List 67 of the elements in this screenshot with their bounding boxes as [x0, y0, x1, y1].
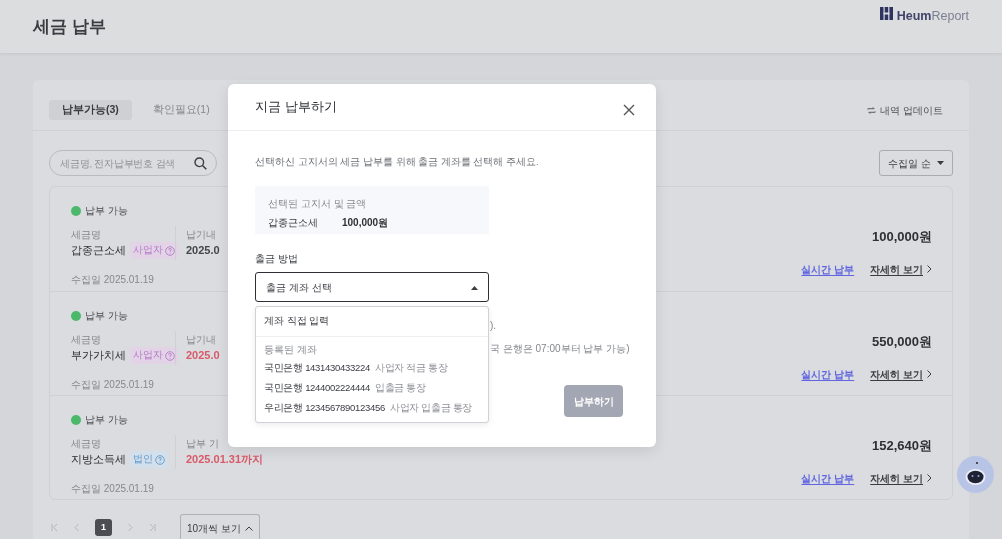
page-title: 세금 납부 [33, 16, 106, 38]
due-date: 2025.01.31까지 [186, 452, 264, 468]
caret-up-icon [471, 285, 478, 290]
tax-name: 지방소득세 [71, 452, 126, 468]
field-label: 세금명 [71, 437, 102, 452]
chevron-right-icon [927, 265, 932, 273]
page-number[interactable]: 1 [95, 519, 112, 536]
details-link[interactable]: 자세히 보기 [870, 470, 932, 486]
chatbot-button[interactable] [957, 456, 994, 493]
due-date: 2025.0 [186, 243, 220, 259]
amount: 152,640원 [872, 437, 932, 455]
realtime-pay-link[interactable]: 실시간 납부 [801, 470, 855, 486]
help-icon[interactable] [165, 350, 175, 361]
field-label: 세금명 [71, 228, 102, 243]
note-text: ). [490, 320, 498, 332]
amount: 100,000원 [872, 228, 932, 246]
collected-date: 수집일 2025.01.19 [71, 482, 155, 496]
brand-name: HeumReport [896, 8, 969, 25]
dialog-title: 지금 납부하기 [255, 98, 337, 117]
field-label: 납부 기 [186, 437, 220, 452]
status-text: 납부 가능 [85, 204, 128, 218]
realtime-pay-link[interactable]: 실시간 납부 [801, 261, 855, 277]
summary-amount: 100,000원 [342, 216, 389, 230]
status-text: 납부 가능 [85, 413, 128, 427]
summary-tax-name: 갑종근소세 [268, 216, 318, 230]
realtime-pay-link[interactable]: 실시간 납부 [801, 366, 855, 382]
logo-icon [879, 7, 893, 20]
field-label: 납기내 [186, 228, 217, 243]
refresh-icon [867, 105, 877, 115]
taxpayer-tag: 법인 [130, 451, 168, 468]
due-date: 2025.0 [186, 348, 220, 364]
sort-dropdown[interactable]: 수집일 순 [879, 150, 953, 176]
chevron-up-icon [244, 525, 253, 531]
close-icon [622, 102, 636, 117]
taxpayer-tag: 사업자 [130, 347, 178, 364]
search-icon [194, 156, 207, 170]
amount: 550,000원 [872, 333, 932, 351]
collected-date: 수집일 2025.01.19 [71, 378, 155, 392]
tax-name: 부가가치세 [71, 348, 126, 364]
help-icon[interactable] [165, 245, 175, 256]
chevron-right-icon [927, 370, 932, 378]
menu-item[interactable]: 국민은행 1244002224444 입출금 통장 [256, 378, 488, 398]
method-label: 출금 방법 [255, 252, 299, 266]
menu-group-label: 등록된 계좌 [263, 343, 318, 357]
status-text: 납부 가능 [85, 309, 128, 323]
search-field[interactable]: 세금명, 전자납부번호 검색 [49, 150, 217, 176]
field-label: 납기내 [186, 333, 217, 348]
taxpayer-tag: 사업자 [130, 242, 178, 259]
note-text: 국 은행은 07:00부터 납부 가능) [490, 343, 629, 355]
first-page-icon[interactable] [51, 523, 59, 532]
tab[interactable]: 납부가능(3) [49, 100, 132, 120]
summary-label: 선택된 고지서 및 금액 [268, 197, 368, 211]
collected-date: 수집일 2025.01.19 [71, 273, 155, 287]
update-history-button[interactable]: 내역 업데이트 [867, 100, 943, 120]
chevron-right-icon [927, 474, 932, 482]
caret-down-icon [937, 161, 944, 165]
help-icon[interactable] [155, 454, 165, 465]
details-link[interactable]: 자세히 보기 [870, 366, 932, 382]
menu-item[interactable]: 우리은행 1234567890123456 사업자 입출금 통장 [256, 398, 488, 418]
last-page-icon[interactable] [148, 523, 156, 532]
tax-name: 갑종근소세 [71, 243, 126, 259]
menu-item[interactable]: 국민은행 1431430433224 사업자 적금 통장 [256, 358, 488, 378]
page-size-dropdown[interactable]: 10개씩 보기 [180, 514, 260, 539]
details-link[interactable]: 자세히 보기 [870, 261, 932, 277]
dialog-description: 선택하신 고지서의 세금 납부를 위해 출금 계좌를 선택해 주세요. [255, 155, 540, 169]
field-label: 세금명 [71, 333, 102, 348]
account-select[interactable]: 출금 계좌 선택 [255, 272, 489, 302]
